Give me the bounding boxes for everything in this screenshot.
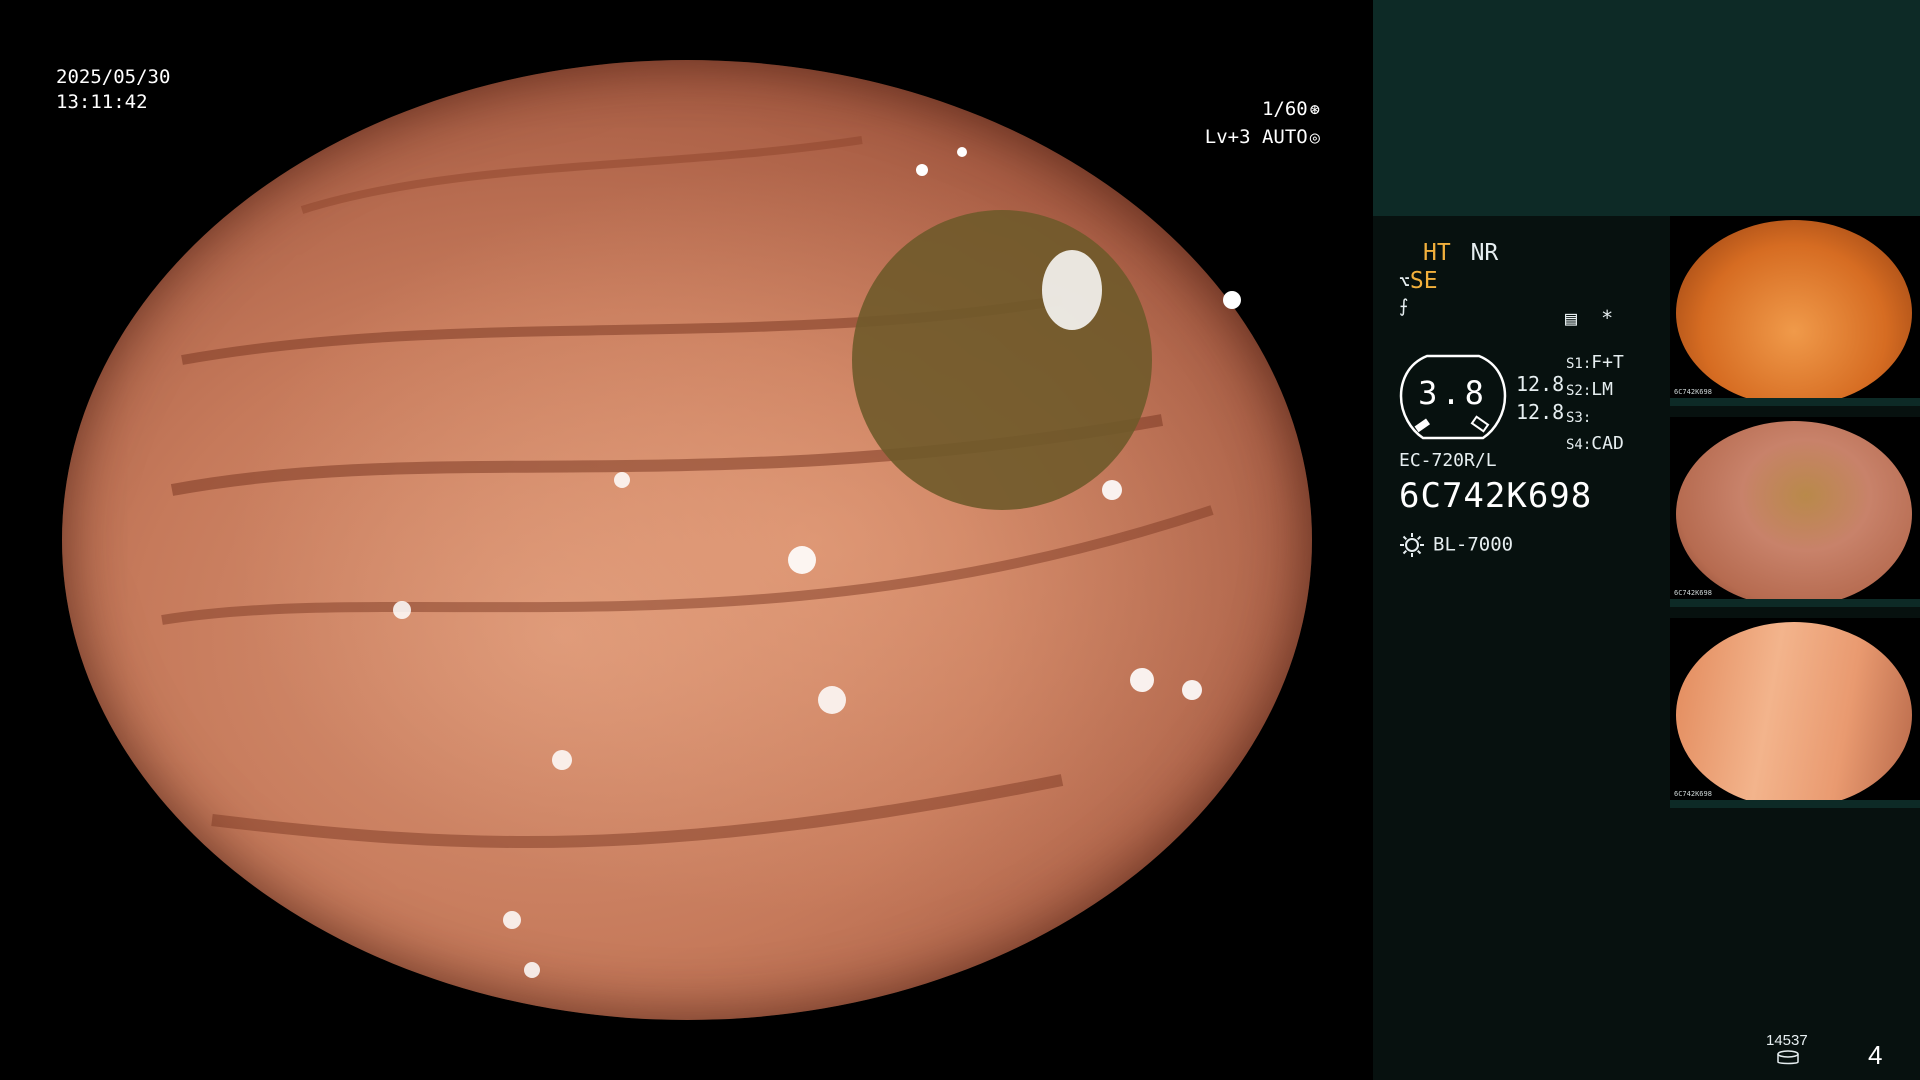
thumbnail-image	[1676, 421, 1912, 607]
captured-thumbnail[interactable]: 6C742K698	[1670, 216, 1920, 406]
reading-value-b: 12.8	[1516, 400, 1565, 424]
thumbnail-image	[1676, 220, 1912, 406]
info-panel: HT NR ⌥SE ⨍ ▤ * 3.8 12.8 12.8 S1:F+T S2:…	[1373, 0, 1920, 1080]
nr-mode-label: NR	[1470, 240, 1499, 266]
date-display: 2025/05/30	[56, 66, 171, 88]
level-value: Lv+3 AUTO	[1204, 126, 1308, 148]
enhancement-settings: HT NR ⌥SE ⨍	[1399, 240, 1689, 317]
frame-mask-top	[0, 0, 1373, 60]
shutter-value: 1/60	[1261, 98, 1308, 120]
image-counter: 14537	[1766, 1032, 1808, 1049]
captured-thumbnail[interactable]: 6C742K698	[1670, 417, 1920, 607]
endoscopic-image	[62, 60, 1312, 1020]
thumbnail-caption: 6C742K698	[1674, 589, 1712, 597]
star-icon: *	[1601, 306, 1614, 330]
ht-mode-label: HT	[1423, 240, 1451, 266]
reading-value-a: 12.8	[1516, 372, 1565, 396]
captured-thumbnail[interactable]: 6C742K698	[1670, 618, 1920, 808]
thumbnail-bar	[1670, 398, 1920, 406]
color-enhance-icon: ⨍	[1399, 296, 1409, 317]
switch-row: S1:F+T	[1566, 352, 1624, 373]
structure-enhance-icon: ⌥	[1399, 272, 1410, 293]
time-display: 13:11:42	[56, 91, 148, 113]
light-source-model: BL-7000	[1433, 533, 1514, 556]
mucosa-folds	[161, 136, 1241, 978]
scope-switch-list: S1:F+T S2:LM S3: S4:CAD	[1566, 350, 1624, 458]
thumbnail-caption: 6C742K698	[1674, 790, 1712, 798]
panel-top-band	[1373, 0, 1920, 216]
se-mode-label: SE	[1409, 268, 1438, 294]
endoscope-live-view: 2025/05/30 13:11:42 1/60 ⊛ Lv+3 AUTO ◎	[0, 0, 1373, 1080]
thumbnail-bar	[1670, 599, 1920, 607]
thumbnail-caption: 6C742K698	[1674, 388, 1712, 396]
thumbnail-bar	[1670, 800, 1920, 808]
shutter-indicator: 1/60 ⊛	[1200, 98, 1320, 120]
page-number: 4	[1868, 1040, 1883, 1070]
gauge-value: 3.8	[1418, 374, 1488, 412]
insertion-gauge: 3.8	[1399, 352, 1507, 440]
recording-icon: ▤	[1565, 306, 1578, 330]
storage-icon	[1777, 1050, 1799, 1065]
shutter-icon: ⊛	[1309, 100, 1320, 120]
switch-row: S4:CAD	[1566, 433, 1624, 454]
light-bulb-icon	[1400, 533, 1424, 557]
status-icons: ▤ *	[1565, 306, 1613, 330]
brightness-level-indicator: Lv+3 AUTO ◎	[1160, 126, 1320, 148]
ht-nr-row: HT NR	[1399, 240, 1689, 266]
iris-icon: ◎	[1309, 128, 1320, 148]
switch-row: S3:	[1566, 410, 1592, 426]
scope-model: EC-720R/L	[1399, 450, 1497, 471]
light-source-row: BL-7000	[1399, 532, 1513, 558]
scope-serial: 6C742K698	[1399, 476, 1593, 516]
frame-mask-bottom	[0, 1020, 1373, 1080]
thumbnail-image	[1676, 622, 1912, 808]
switch-row: S2:LM	[1566, 379, 1613, 400]
color-enhance-row: ⨍	[1399, 296, 1689, 317]
se-row: ⌥SE	[1399, 268, 1689, 294]
